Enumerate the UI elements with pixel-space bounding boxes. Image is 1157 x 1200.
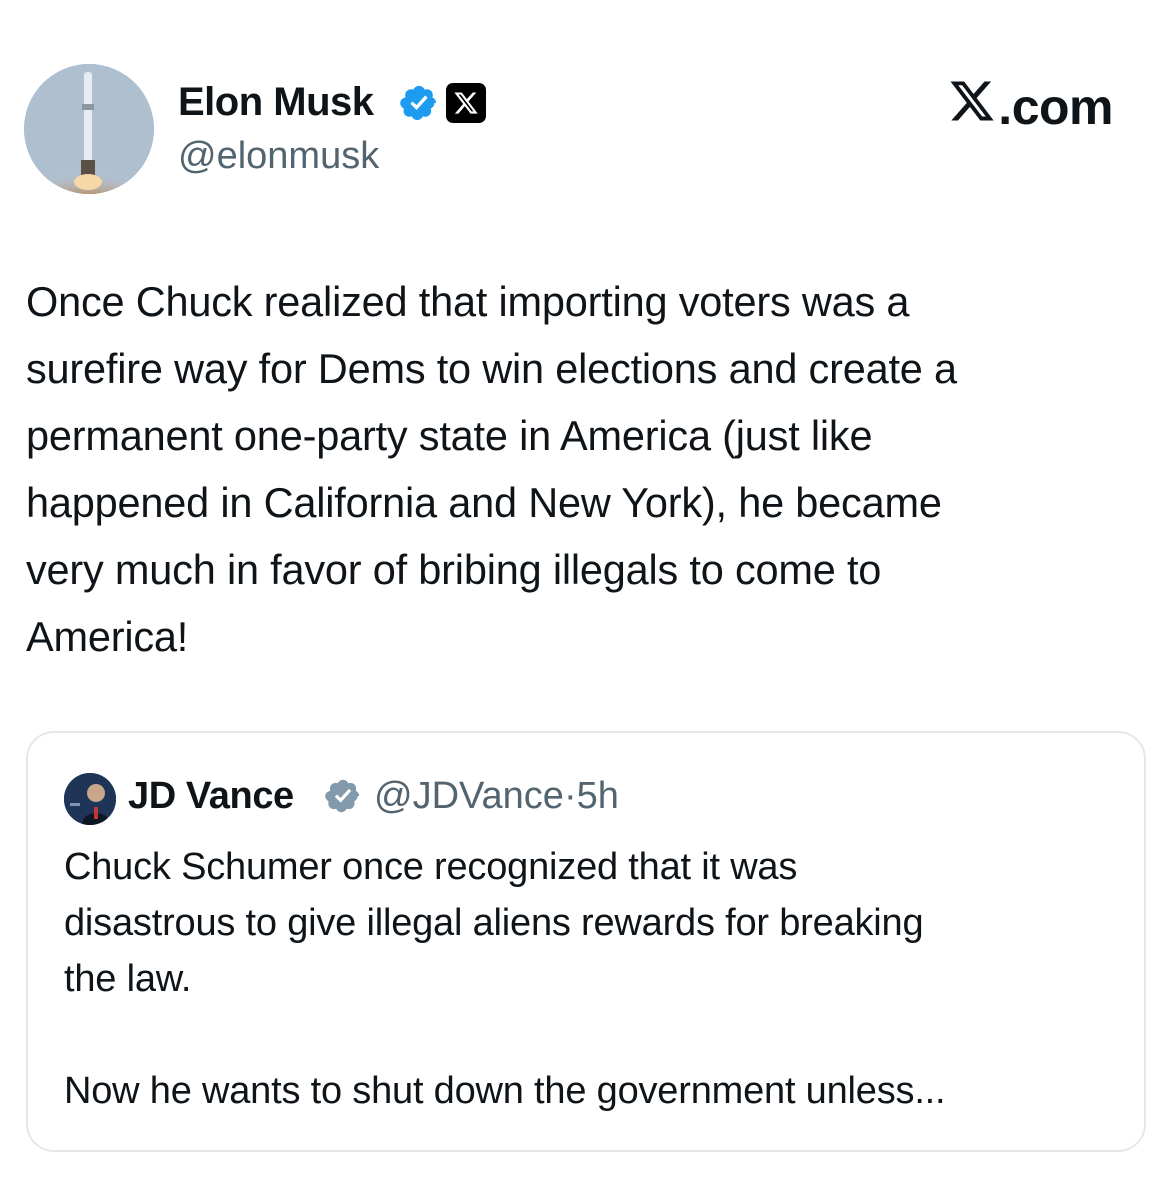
tweet-card: Elon Musk @elonmusk .com Once Chuck real…: [0, 0, 1157, 1200]
tweet-text: Once Chuck realized that importing voter…: [26, 278, 957, 660]
meta-separator: ·: [563, 775, 577, 817]
quoted-author-handle[interactable]: @JDVance: [374, 775, 564, 817]
author-avatar[interactable]: [24, 64, 154, 194]
quoted-author-avatar[interactable]: [64, 773, 116, 825]
quoted-author-name[interactable]: JD Vance: [128, 773, 294, 819]
quoted-tweet[interactable]: JD Vance @JDVance·5h Chuck Schumer once …: [26, 731, 1146, 1152]
x-com-watermark: .com: [948, 77, 1113, 136]
author-handle[interactable]: @elonmusk: [178, 134, 379, 178]
quoted-tweet-text: Chuck Schumer once recognized that it wa…: [64, 846, 946, 1112]
quoted-verified-badge-icon: [324, 777, 362, 815]
x-affiliation-icon: [446, 83, 486, 123]
brand-domain-label: .com: [998, 78, 1113, 135]
x-logo-icon: [948, 77, 996, 136]
quoted-meta: @JDVance·5h: [374, 773, 619, 819]
verified-badge-icon: [399, 83, 439, 123]
quoted-timestamp[interactable]: 5h: [577, 775, 619, 817]
author-name[interactable]: Elon Musk: [178, 78, 374, 126]
